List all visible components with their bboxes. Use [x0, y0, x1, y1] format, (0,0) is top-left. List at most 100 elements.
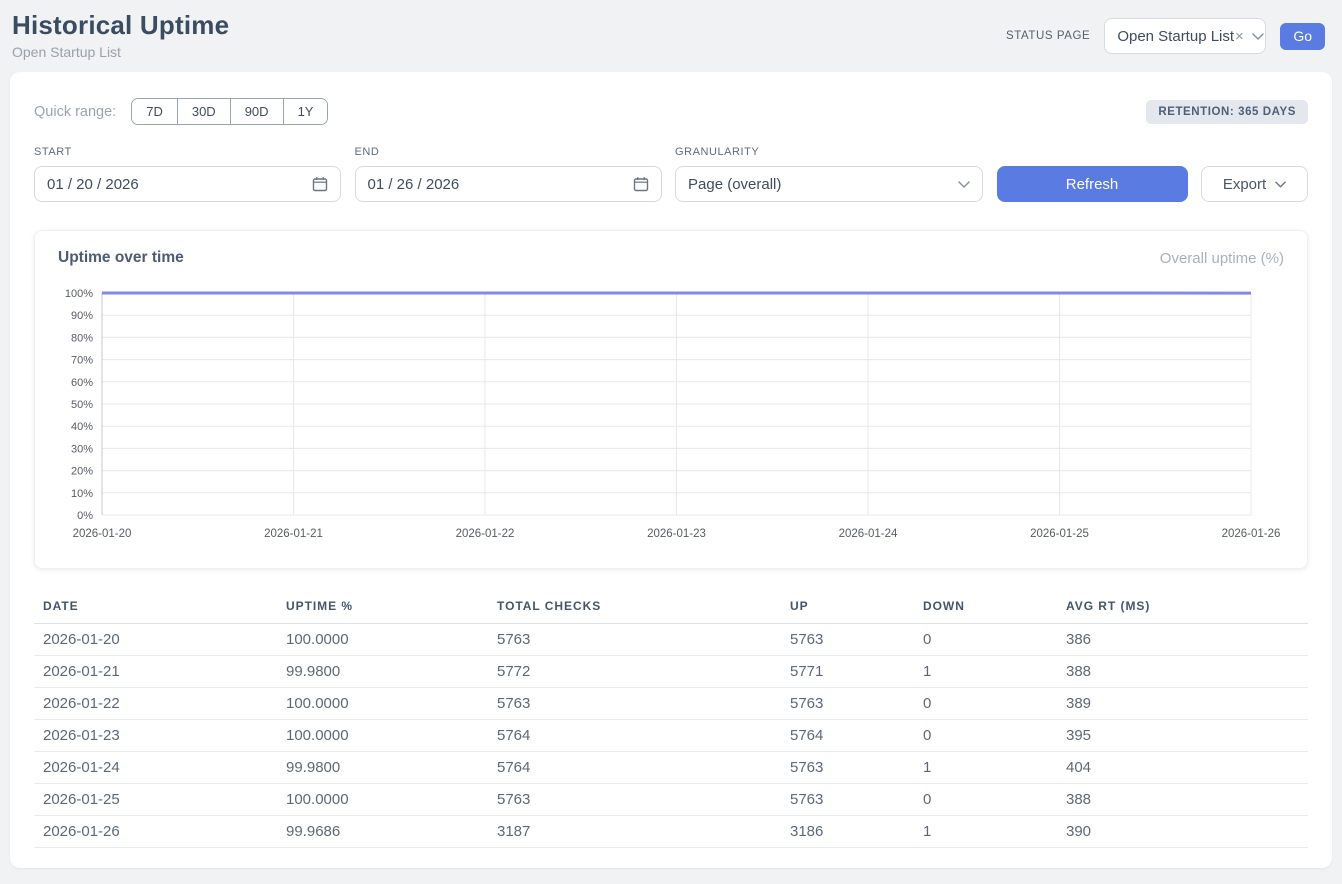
column-header: DATE [34, 593, 277, 624]
end-date-input[interactable]: 01 / 26 / 2026 [355, 166, 662, 202]
start-label: START [34, 146, 341, 158]
table-cell: 2026-01-20 [34, 624, 277, 656]
page-subtitle: Open Startup List [12, 44, 229, 60]
column-header: UP [781, 593, 914, 624]
status-page-label: STATUS PAGE [1006, 30, 1090, 42]
export-label: Export [1223, 176, 1266, 193]
y-tick-label: 100% [65, 288, 93, 300]
table-cell: 100.0000 [277, 688, 488, 720]
end-label: END [355, 146, 662, 158]
page-header: Historical Uptime Open Startup List STAT… [0, 0, 1342, 72]
header-right: STATUS PAGE Open Startup List × Go [1006, 18, 1325, 54]
screen: Historical Uptime Open Startup List STAT… [0, 0, 1342, 884]
table-cell: 5771 [781, 656, 914, 688]
table-cell: 2026-01-24 [34, 752, 277, 784]
table-row: 2026-01-2199.9800577257711388 [34, 656, 1308, 688]
table-row: 2026-01-2699.9686318731861390 [34, 816, 1308, 848]
y-tick-label: 20% [71, 466, 93, 478]
status-page-select[interactable]: Open Startup List × [1104, 18, 1266, 54]
table-cell: 5764 [488, 752, 781, 784]
retention-badge: RETENTION: 365 DAYS [1146, 100, 1308, 124]
table-cell: 99.9800 [277, 752, 488, 784]
quick-range-90d[interactable]: 90D [230, 99, 283, 124]
table-cell: 5763 [488, 784, 781, 816]
table-cell: 404 [1057, 752, 1308, 784]
chart-header: Uptime over time Overall uptime (%) [35, 231, 1307, 273]
uptime-table: DATEUPTIME %TOTAL CHECKSUPDOWNAVG RT (MS… [34, 593, 1308, 848]
x-tick-label: 2026-01-23 [647, 528, 706, 540]
granularity-select[interactable]: Page (overall) [675, 166, 983, 202]
table-cell: 5763 [488, 624, 781, 656]
table-cell: 0 [914, 720, 1057, 752]
table-cell: 0 [914, 784, 1057, 816]
x-tick-label: 2026-01-24 [839, 528, 898, 540]
table-cell: 3187 [488, 816, 781, 848]
y-tick-label: 80% [71, 332, 93, 344]
title-block: Historical Uptime Open Startup List [12, 10, 229, 60]
start-date-field: START 01 / 20 / 2026 [34, 146, 341, 202]
refresh-button[interactable]: Refresh [997, 166, 1188, 202]
table-cell: 99.9800 [277, 656, 488, 688]
page-title: Historical Uptime [12, 10, 229, 41]
table-cell: 0 [914, 688, 1057, 720]
table-cell: 5763 [781, 784, 914, 816]
start-date-value: 01 / 20 / 2026 [47, 176, 139, 193]
table-cell: 5763 [488, 688, 781, 720]
table-cell: 1 [914, 752, 1057, 784]
main-panel: Quick range: 7D30D90D1Y RETENTION: 365 D… [10, 72, 1332, 868]
y-tick-label: 50% [71, 399, 93, 411]
status-page-selected-value: Open Startup List [1117, 28, 1234, 45]
x-tick-label: 2026-01-25 [1030, 528, 1089, 540]
calendar-icon[interactable] [312, 176, 328, 192]
table-header-row: DATEUPTIME %TOTAL CHECKSUPDOWNAVG RT (MS… [34, 593, 1308, 624]
y-tick-label: 90% [71, 310, 93, 322]
y-tick-label: 30% [71, 443, 93, 455]
table-cell: 389 [1057, 688, 1308, 720]
table-cell: 5764 [781, 720, 914, 752]
table-cell: 1 [914, 656, 1057, 688]
clear-selection-icon[interactable]: × [1235, 29, 1244, 44]
y-tick-label: 60% [71, 377, 93, 389]
uptime-chart: 100%90%80%70%60%50%40%30%20%10%0%2026-01… [35, 273, 1307, 558]
table-cell: 100.0000 [277, 624, 488, 656]
table-row: 2026-01-22100.0000576357630389 [34, 688, 1308, 720]
quick-range-1y[interactable]: 1Y [283, 99, 328, 124]
y-tick-label: 10% [71, 488, 93, 500]
calendar-icon[interactable] [633, 176, 649, 192]
x-tick-label: 2026-01-20 [73, 528, 132, 540]
granularity-label: GRANULARITY [675, 146, 983, 158]
y-tick-label: 70% [71, 355, 93, 367]
table-cell: 99.9686 [277, 816, 488, 848]
quick-range-30d[interactable]: 30D [177, 99, 230, 124]
x-tick-label: 2026-01-22 [456, 528, 515, 540]
end-date-value: 01 / 26 / 2026 [368, 176, 460, 193]
column-header: DOWN [914, 593, 1057, 624]
chart-title: Uptime over time [58, 249, 184, 267]
table-cell: 100.0000 [277, 784, 488, 816]
table-cell: 3186 [781, 816, 914, 848]
start-date-input[interactable]: 01 / 20 / 2026 [34, 166, 341, 202]
table-cell: 5763 [781, 752, 914, 784]
table-cell: 386 [1057, 624, 1308, 656]
table-row: 2026-01-2499.9800576457631404 [34, 752, 1308, 784]
table-cell: 390 [1057, 816, 1308, 848]
table-cell: 5764 [488, 720, 781, 752]
table-cell: 5763 [781, 624, 914, 656]
chart-legend: Overall uptime (%) [1160, 250, 1284, 267]
chevron-down-icon [1252, 33, 1264, 40]
table-cell: 2026-01-23 [34, 720, 277, 752]
end-date-field: END 01 / 26 / 2026 [355, 146, 662, 202]
go-button[interactable]: Go [1280, 23, 1325, 50]
table-row: 2026-01-23100.0000576457640395 [34, 720, 1308, 752]
x-tick-label: 2026-01-26 [1222, 528, 1281, 540]
table-cell: 2026-01-21 [34, 656, 277, 688]
y-tick-label: 0% [77, 510, 93, 522]
export-button[interactable]: Export [1201, 166, 1308, 202]
quick-range-7d[interactable]: 7D [132, 99, 177, 124]
granularity-field: GRANULARITY Page (overall) [675, 146, 983, 202]
table-cell: 5763 [781, 688, 914, 720]
uptime-chart-card: Uptime over time Overall uptime (%) 100%… [34, 230, 1308, 569]
quick-range-group: 7D30D90D1Y [131, 98, 328, 125]
table-cell: 388 [1057, 656, 1308, 688]
granularity-value: Page (overall) [688, 176, 781, 193]
